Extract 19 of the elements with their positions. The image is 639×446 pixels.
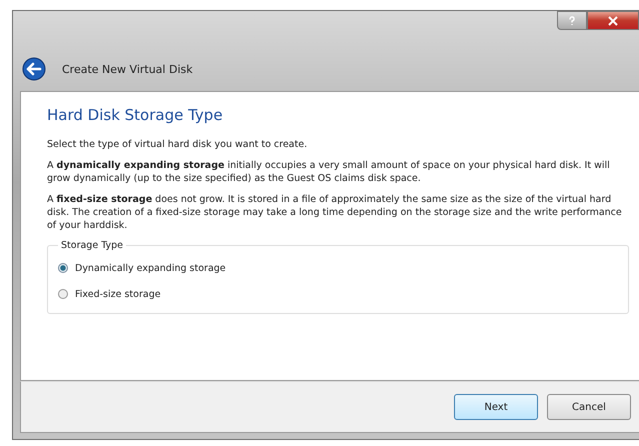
option-label: Dynamically expanding storage bbox=[75, 262, 226, 274]
group-title: Storage Type bbox=[60, 240, 124, 251]
radio-button[interactable] bbox=[58, 289, 68, 299]
close-button[interactable] bbox=[587, 11, 639, 30]
back-button[interactable] bbox=[22, 57, 46, 81]
close-icon bbox=[608, 16, 618, 26]
radio-option[interactable]: Dynamically expanding storage bbox=[58, 255, 618, 281]
radio-button[interactable] bbox=[58, 263, 68, 273]
radio-option[interactable]: Fixed-size storage bbox=[58, 281, 618, 307]
description-text: A fixed-size storage does not grow. It is stored in a file of approximately the same size as the size of the virtual hard disk. The creation of a fixed-size storage may take a long time depending on the storage size and the write performance of your harddisk. bbox=[47, 193, 623, 232]
dialog-button[interactable]: Cancel bbox=[547, 394, 631, 420]
page-heading: Hard Disk Storage Type bbox=[47, 106, 224, 124]
dialog-button[interactable]: Next bbox=[454, 394, 538, 420]
help-icon bbox=[567, 16, 577, 26]
description-text: A dynamically expanding storage initially occupies a very small amount of space on your physical hard disk. It will grow dynamically (up to the size specified) as the Guest OS claims disk space. bbox=[47, 159, 611, 185]
window-title: Create New Virtual Disk bbox=[62, 62, 193, 76]
description-text: Select the type of virtual hard disk you want to create. bbox=[47, 138, 308, 151]
help-button[interactable] bbox=[557, 11, 587, 30]
option-label: Fixed-size storage bbox=[75, 288, 161, 300]
